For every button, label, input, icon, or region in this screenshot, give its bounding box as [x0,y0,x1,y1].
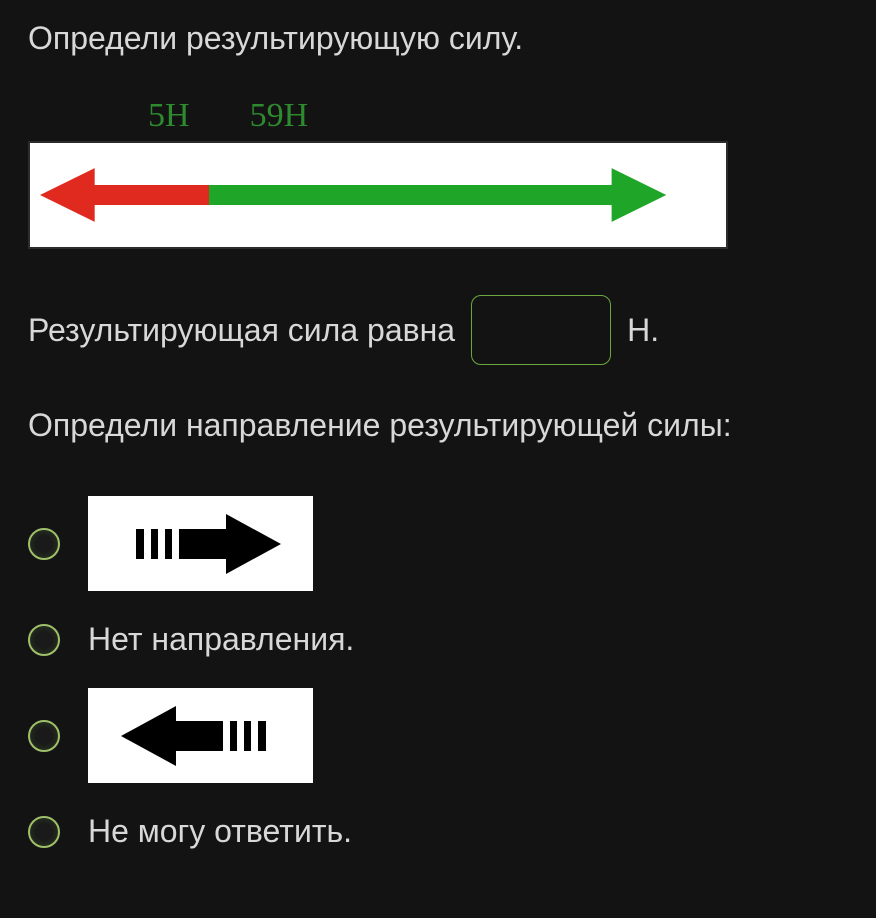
radio-left[interactable] [28,720,60,752]
arrow-right-thumb [88,496,313,591]
resultant-force-input[interactable] [471,295,611,365]
radio-right[interactable] [28,528,60,560]
radio-none[interactable] [28,624,60,656]
direction-prompt: Определи направление результирующей силы… [28,407,848,444]
direction-options: Нет направления. Не могу ответить. [28,496,848,850]
arrow-left-icon [116,701,286,771]
answer-row: Результирующая сила равна Н. [28,295,848,365]
option-dunno-label: Не могу ответить. [88,813,352,850]
force-left-label: 5Н [148,97,190,135]
question-prompt: Определи результирующую силу. [28,20,848,57]
option-right [28,496,848,591]
left-arrow-shape [40,168,209,222]
option-dunno: Не могу ответить. [28,813,848,850]
option-left [28,688,848,783]
force-arrows-svg [40,160,716,230]
option-none-label: Нет направления. [88,621,354,658]
option-none: Нет направления. [28,621,848,658]
radio-dunno[interactable] [28,816,60,848]
arrow-left-thumb [88,688,313,783]
answer-unit: Н. [627,312,659,349]
force-labels: 5Н 59Н [148,97,848,135]
arrow-right-icon [116,509,286,579]
answer-label-before: Результирующая сила равна [28,312,455,349]
right-arrow-shape [209,168,666,222]
force-right-label: 59Н [250,97,309,135]
force-diagram [28,141,728,249]
